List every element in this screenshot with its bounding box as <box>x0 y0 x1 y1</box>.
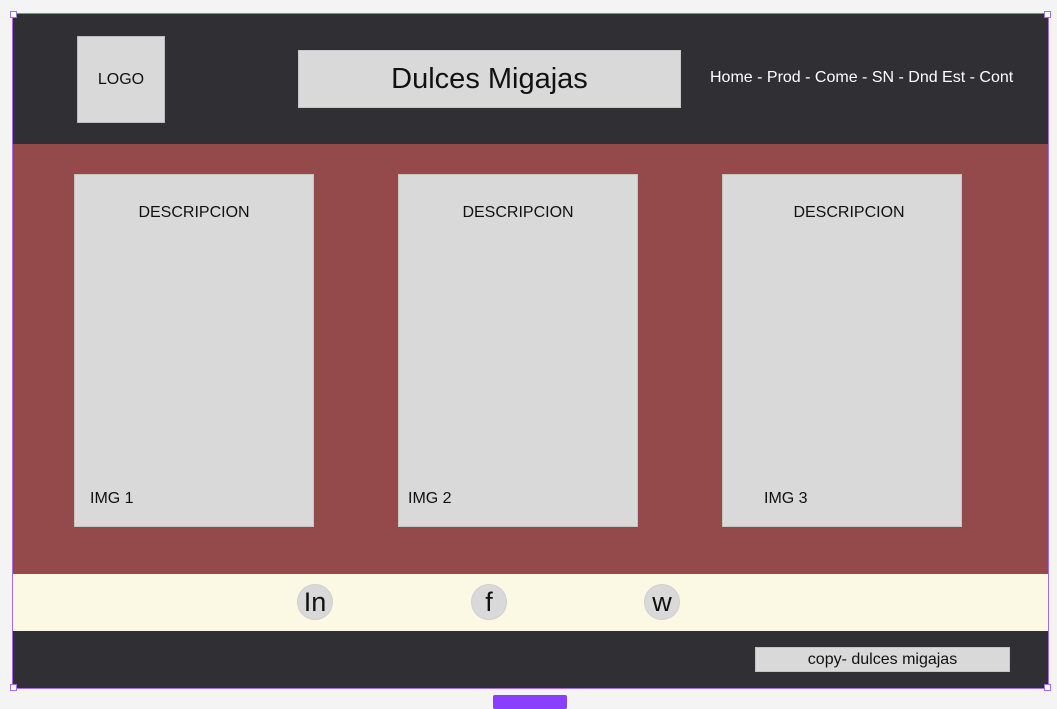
whatsapp-icon[interactable]: w <box>644 584 680 620</box>
selection-handle[interactable] <box>10 684 17 691</box>
copyright-box: copy- dulces migajas <box>755 647 1010 672</box>
logo-placeholder[interactable]: LOGO <box>77 36 165 123</box>
logo-label: LOGO <box>97 70 145 88</box>
page-frame: LOGO Dulces Migajas Home - Prod - Come -… <box>12 13 1049 689</box>
card-image-label: IMG 2 <box>408 490 452 507</box>
selection-handle[interactable] <box>1044 11 1051 18</box>
facebook-icon-label: f <box>485 586 493 617</box>
linkedin-icon[interactable]: In <box>297 584 333 620</box>
frame-size-tag <box>493 695 567 709</box>
site-footer: copy- dulces migajas <box>13 631 1048 688</box>
whatsapp-icon-label: w <box>652 586 672 617</box>
card-image-label: IMG 3 <box>764 490 808 507</box>
social-links-bar: In f w <box>13 574 1048 631</box>
card-image-label: IMG 1 <box>90 490 134 507</box>
card-description: DESCRIPCION <box>793 204 905 221</box>
copyright-text: copy- dulces migajas <box>807 650 958 668</box>
product-card-3[interactable]: DESCRIPCION IMG 3 <box>722 174 962 527</box>
site-header: LOGO Dulces Migajas Home - Prod - Come -… <box>13 14 1048 144</box>
linkedin-icon-label: In <box>303 586 327 617</box>
facebook-icon[interactable]: f <box>471 584 507 620</box>
card-description: DESCRIPCION <box>138 204 250 221</box>
card-description: DESCRIPCION <box>462 204 574 221</box>
product-card-2[interactable]: DESCRIPCION IMG 2 <box>398 174 638 527</box>
product-card-1[interactable]: DESCRIPCION IMG 1 <box>74 174 314 527</box>
nav-menu[interactable]: Home - Prod - Come - SN - Dnd Est - Cont <box>710 69 1013 91</box>
selection-handle[interactable] <box>10 11 17 18</box>
selection-handle[interactable] <box>1044 684 1051 691</box>
product-section: DESCRIPCION IMG 1 DESCRIPCION IMG 2 DESC… <box>13 144 1048 574</box>
site-title: Dulces Migajas <box>391 62 588 95</box>
site-title-box: Dulces Migajas <box>298 50 681 108</box>
